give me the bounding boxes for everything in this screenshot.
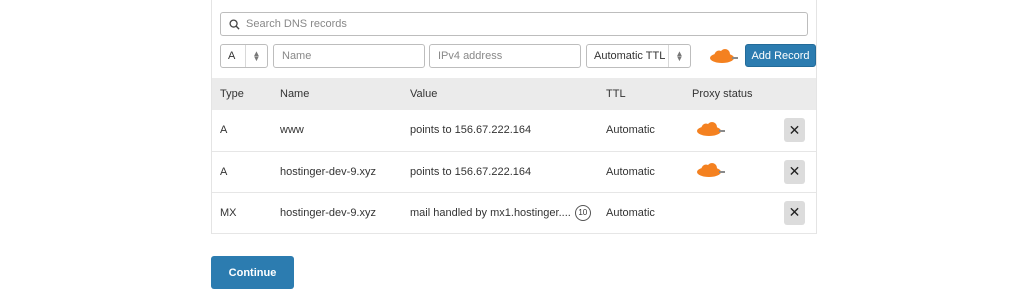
ttl-select-value: Automatic TTL <box>594 50 666 62</box>
record-type: A <box>220 165 228 178</box>
header-ttl: TTL <box>606 88 626 100</box>
ttl-select[interactable]: Automatic TTL ▲ ▼ <box>586 44 691 68</box>
record-value-cell: mail handled by mx1.hostinger.... 10 <box>410 192 606 233</box>
updown-arrow-icon: ▲ ▼ <box>245 45 267 67</box>
delete-cell: ✕ <box>784 192 816 233</box>
ipv4-field-wrap <box>429 44 581 68</box>
ipv4-field[interactable] <box>438 50 580 62</box>
delete-record-button[interactable]: ✕ <box>784 159 805 184</box>
search-input[interactable] <box>246 18 786 30</box>
record-ttl: Automatic <box>606 124 655 137</box>
record-name: www <box>280 124 304 137</box>
table-row[interactable]: A hostinger-dev-9.xyz points to 156.67.2… <box>212 151 816 192</box>
record-ttl: Automatic <box>606 206 655 219</box>
add-record-button[interactable]: Add Record <box>745 44 816 67</box>
table-header-row: Type Name Value TTL Proxy status <box>212 78 816 110</box>
record-value: points to 156.67.222.164 <box>410 165 532 178</box>
name-field-wrap <box>273 44 425 68</box>
record-value: points to 156.67.222.164 <box>410 124 532 137</box>
delete-record-button[interactable]: ✕ <box>784 118 805 143</box>
header-proxy-status: Proxy status <box>692 88 753 100</box>
record-ttl: Automatic <box>606 165 655 178</box>
close-icon: ✕ <box>788 204 801 220</box>
record-name: hostinger-dev-9.xyz <box>280 165 376 178</box>
cloud-proxy-icon[interactable] <box>692 162 728 178</box>
dns-records-table: Type Name Value TTL Proxy status A www p… <box>212 78 816 234</box>
delete-record-button[interactable]: ✕ <box>784 200 805 225</box>
dns-records-panel: A ▲▼ Automatic TTL ▲▼ Add Record Type Na… <box>211 0 817 234</box>
proxy-status-cell <box>692 151 784 192</box>
header-value: Value <box>410 88 438 100</box>
record-type-value: A <box>228 50 236 62</box>
proxy-status-cell <box>692 110 784 151</box>
add-record-form: A ▲▼ Automatic TTL ▲▼ Add Record <box>220 44 816 68</box>
record-type: MX <box>220 206 237 219</box>
cloud-proxy-icon[interactable] <box>692 121 728 137</box>
priority-badge: 10 <box>574 204 591 221</box>
cloud-proxy-icon[interactable] <box>705 48 741 64</box>
name-field[interactable] <box>282 50 424 62</box>
continue-button[interactable]: Continue <box>211 256 294 289</box>
record-type-select[interactable]: A ▲ ▼ <box>220 44 268 68</box>
close-icon: ✕ <box>788 163 801 179</box>
delete-cell: ✕ <box>784 151 816 192</box>
close-icon: ✕ <box>788 121 801 138</box>
table-row[interactable]: MX hostinger-dev-9.xyz mail handled by m… <box>212 192 816 233</box>
record-name: hostinger-dev-9.xyz <box>280 206 376 219</box>
record-value: mail handled by mx1.hostinger.... <box>410 206 571 219</box>
header-actions <box>784 78 816 110</box>
updown-arrow-icon: ▲ ▼ <box>668 45 690 67</box>
header-type: Type <box>220 88 244 100</box>
search-icon <box>229 18 240 30</box>
proxy-status-cell <box>692 192 784 233</box>
delete-cell: ✕ <box>784 110 816 151</box>
search-box[interactable] <box>220 12 808 36</box>
record-type: A <box>220 124 228 137</box>
header-name: Name <box>280 88 310 100</box>
table-row[interactable]: A www points to 156.67.222.164 Automatic… <box>212 110 816 151</box>
